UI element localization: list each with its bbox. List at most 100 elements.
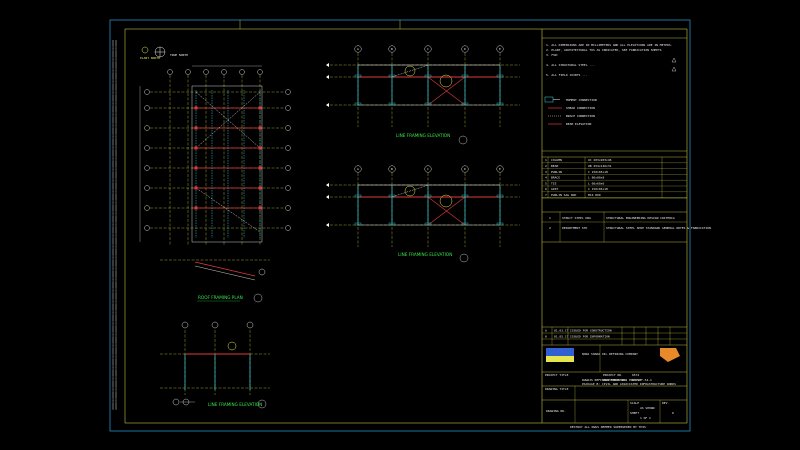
plan-column [258, 146, 262, 150]
material-row-member: BEAM [551, 164, 558, 168]
material-row-no: 7 [545, 193, 547, 197]
note-2: 2. PLANT, ARCHITECTURAL TOS AS INDICATED… [546, 48, 662, 52]
ref-1-title: STRUCTURAL ENGINEERING DESIGN CRITERIA [606, 216, 675, 220]
mid-elev-grid-bubble-label: A [357, 167, 359, 171]
mid-elev-grid-bubble-label: E [499, 167, 501, 171]
material-row-member: PURLIN [551, 170, 562, 174]
plan-row-bubble [144, 185, 150, 191]
mid-elev-brace [391, 184, 429, 198]
plan-outline [191, 85, 263, 243]
plan-row-bubble [285, 105, 291, 111]
company-name: NORA SHARA OIL REFINING COMPANY [582, 352, 638, 356]
rev-1-date: 01.03.17 [554, 329, 569, 333]
mid-elev-grid-bubble-label: D [464, 167, 466, 171]
material-row-section: L 80x80x8 [588, 176, 604, 180]
sheet-label: SHEET [630, 411, 639, 415]
drawing-sheet: TRUE NORTH PLANT NORTH A B C D E A B C D E ROOF … [109, 19, 711, 432]
project-no: 6574 [632, 373, 639, 377]
title-block: NORA SHARA OIL REFINING COMPANY PROJECT … [542, 345, 687, 429]
note-5: 5. ALL FIELD JOINTS ... [546, 73, 588, 77]
legend: MOMENT CONNECTION SHEAR CONNECTION BRACE… [544, 96, 597, 126]
plan-col-bubble [185, 69, 191, 75]
small-elevation-title: LINE FRAMING ELEVATION [208, 402, 262, 407]
mid-elev-grid-bubble-label: B [391, 167, 393, 171]
legend-item-1: MOMENT CONNECTION [566, 98, 597, 102]
revision-table: A 01.03.17 ISSUED FOR CONSTRUCTION 0 01.… [542, 326, 687, 346]
rev-value: 0 [672, 411, 674, 415]
mid-elev-level-marker [326, 195, 329, 199]
material-row-section: C 150x65x18 [588, 170, 608, 174]
plan-column [194, 206, 198, 210]
rev-2-date: 01.05.17 [554, 335, 569, 339]
plan-section-beam [194, 261, 256, 277]
plan-row-bubble [285, 145, 291, 151]
sheet-value: 1 OF 1 [640, 416, 651, 420]
ref-2-no: 2 [549, 226, 551, 230]
project-subtitle: PACKAGE B: CIVIL AND ASSOCIATED INFRASTR… [582, 382, 676, 386]
material-row-member: PURLIN SAG ROD [551, 193, 576, 197]
legend-item-2: SHEAR CONNECTION [566, 106, 595, 110]
material-row-section: C 150x65x18 [588, 187, 608, 191]
material-row-no: 1 [545, 158, 547, 162]
ref-2-title: STRUCTURAL STEEL SHOP STANDARD GENERAL N… [606, 226, 711, 230]
plan-column [194, 106, 198, 110]
sheet-border-outer [109, 19, 691, 432]
plant-north-label: PLANT NORTH [140, 56, 160, 60]
scale-value: AS SHOWN [640, 406, 655, 410]
material-row-member: TIE [551, 181, 557, 185]
sheet-border-inner [124, 28, 688, 424]
plan-col-bubble [167, 69, 173, 75]
plan-row-bubble [285, 185, 291, 191]
client-logo [546, 348, 574, 362]
small-elev-bubble [246, 321, 254, 329]
material-row-no: 6 [545, 187, 547, 191]
plan-row-bubble [285, 165, 291, 171]
plan-row-bubble [144, 145, 150, 151]
rev-1-mark: A [545, 329, 547, 333]
project-no-label: PROJECT NO. [603, 373, 623, 377]
material-table: 1 COLUMN UC 203x203x462 BEAM UB 254x146x313 P… [542, 150, 687, 199]
note-1: 1. ALL DIMENSIONS ARE IN MILLIMETERS AND… [546, 43, 673, 47]
rev-2-mark: 0 [545, 335, 547, 339]
material-row-no: 3 [545, 170, 547, 174]
plan-row-bubble [144, 205, 150, 211]
plan-row-bubble [144, 165, 150, 171]
material-row-member: GIRT [551, 187, 558, 191]
material-row-section: L 60x60x6 [588, 181, 604, 185]
ref-1-no: 1 [549, 216, 551, 220]
plan-column [258, 206, 262, 210]
top-elevation: A B C D E [326, 45, 520, 127]
ref-2-dwg: DEPARTMENT STD [562, 226, 587, 230]
mid-elevation: A B C D E [326, 165, 520, 247]
company-logo [660, 348, 680, 362]
material-row-no: 2 [545, 164, 547, 168]
plan-col-bubble [203, 69, 209, 75]
plan-col-bubble [221, 69, 227, 75]
plan-column [258, 166, 262, 170]
material-row-section: UC 203x203x46 [588, 158, 612, 162]
plan-column [258, 186, 262, 190]
material-row-section: UB 254x146x31 [588, 164, 612, 168]
top-elev-grid-bubble-label: E [499, 47, 501, 51]
mid-elev-grid-bubble-label: C [427, 167, 429, 171]
scale-label: SCALE [630, 401, 639, 405]
project-title-label: PROJECT TITLE [545, 373, 569, 377]
top-elev-brace [391, 64, 429, 78]
small-elev-callout [227, 341, 237, 351]
plan-row-bubble [144, 125, 150, 131]
plan-row-bubble [285, 225, 291, 231]
plan-column [194, 166, 198, 170]
north-arrow-label: TRUE NORTH [170, 53, 188, 57]
top-elev-grid-bubble-label: D [464, 47, 466, 51]
reference-table: 1 STRUCT STEEL DWG STRUCTURAL ENGINEERIN… [542, 211, 711, 243]
material-row-member: COLUMN [551, 158, 562, 162]
left-margin-notes [112, 40, 117, 410]
plan-row-bubble [285, 89, 291, 95]
top-elev-level-marker [326, 63, 329, 67]
small-elevation [160, 321, 270, 406]
plan-title-bubble [253, 293, 263, 303]
note-3: 3. FOR: [546, 53, 559, 57]
general-notes: 1. ALL DIMENSIONS ARE IN MILLIMETERS AND… [542, 37, 687, 77]
ref-1-dwg: STRUCT STEEL DWG [562, 216, 591, 220]
plan-title: ROOF FRAMING PLAN [198, 295, 243, 300]
